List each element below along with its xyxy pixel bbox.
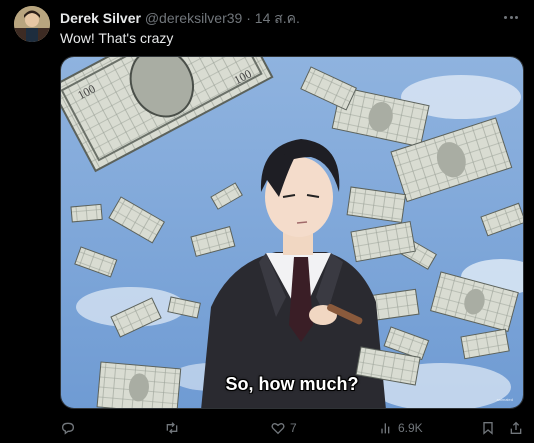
tweet[interactable]: Derek Silver @dereksilver39 · 14 ส.ค. Wo… [0,0,534,443]
tweet-image[interactable]: 100 100 So, how much? animated [60,56,524,409]
tweet-header: Derek Silver @dereksilver39 · 14 ส.ค. [60,9,300,27]
reply-button[interactable] [60,418,80,438]
more-icon[interactable] [500,8,522,26]
views-icon [381,423,390,434]
anime-money-illustration: 100 100 [61,57,523,408]
avatar[interactable] [14,6,50,42]
bookmark-button[interactable] [480,418,496,438]
separator-dot: · [246,10,251,26]
like-count: 7 [290,421,297,435]
reply-icon [61,422,75,435]
share-icon [510,421,522,434]
tweet-actions: 7 6.9K [60,418,524,438]
retweet-button[interactable] [164,418,184,438]
tweet-date[interactable]: 14 ส.ค. [255,10,300,26]
image-watermark: animated [496,397,513,402]
image-caption: So, how much? [225,374,359,394]
tweet-text: Wow! That's crazy [60,30,174,46]
author-name[interactable]: Derek Silver [60,10,141,26]
share-button[interactable] [508,418,524,438]
retweet-icon [166,422,178,434]
bookmark-icon [483,422,493,435]
author-handle[interactable]: @dereksilver39 [145,10,242,26]
like-button[interactable]: 7 [270,418,297,438]
like-icon [271,423,285,435]
views-button[interactable]: 6.9K [378,418,423,438]
views-count: 6.9K [398,421,423,435]
